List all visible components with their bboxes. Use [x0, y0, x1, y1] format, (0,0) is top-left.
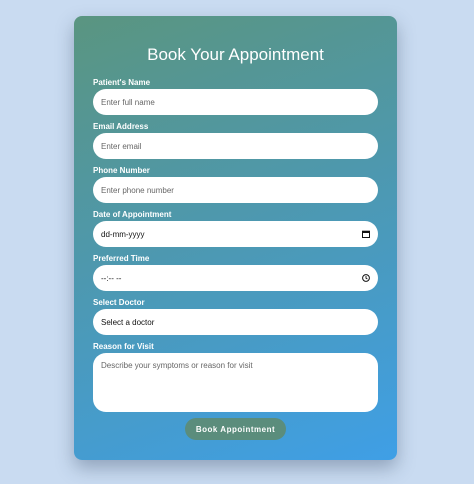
- doctor-select[interactable]: Select a doctor: [93, 309, 378, 335]
- clock-icon[interactable]: [361, 274, 370, 283]
- doctor-select-value: Select a doctor: [101, 317, 155, 327]
- patient-name-input[interactable]: [93, 89, 378, 115]
- email-input[interactable]: [93, 133, 378, 159]
- time-label: Preferred Time: [93, 254, 150, 263]
- date-label: Date of Appointment: [93, 210, 172, 219]
- book-appointment-button[interactable]: Book Appointment: [185, 418, 286, 440]
- calendar-icon[interactable]: [361, 230, 370, 239]
- reason-label: Reason for Visit: [93, 342, 154, 351]
- email-label: Email Address: [93, 122, 149, 131]
- doctor-label: Select Doctor: [93, 298, 145, 307]
- reason-textarea[interactable]: [93, 353, 378, 412]
- date-value: dd-mm-yyyy: [101, 229, 145, 239]
- form-title: Book Your Appointment: [147, 45, 324, 64]
- phone-label: Phone Number: [93, 166, 150, 175]
- date-input[interactable]: dd-mm-yyyy: [93, 221, 378, 247]
- phone-input[interactable]: [93, 177, 378, 203]
- patient-name-label: Patient's Name: [93, 78, 151, 87]
- appointment-form-card: Book Your Appointment Patient's Name Ema…: [74, 16, 397, 460]
- time-value: --:-- --: [101, 273, 122, 283]
- time-input[interactable]: --:-- --: [93, 265, 378, 291]
